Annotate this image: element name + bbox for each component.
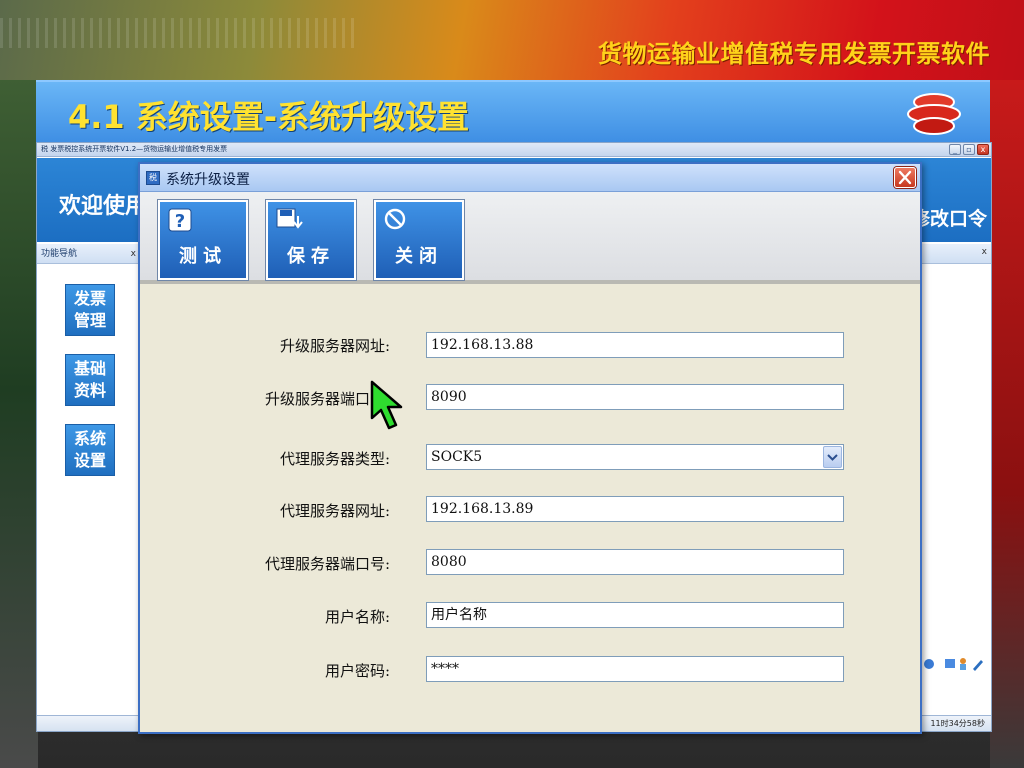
nav-item-invoice-management[interactable]: 发票 管理	[65, 284, 115, 336]
upgrade-server-port-label: 升级服务器端口号:	[264, 390, 390, 408]
change-password-link[interactable]: 修改口令	[911, 204, 987, 231]
nav-panel-close-icon[interactable]: x	[131, 244, 136, 264]
dialog-titlebar: 税 系统升级设置	[140, 164, 920, 192]
proxy-type-select[interactable]: SOCK5	[426, 444, 844, 470]
proxy-server-url-label: 代理服务器网址:	[279, 502, 390, 520]
chevron-down-icon[interactable]	[823, 446, 842, 468]
test-button-label: 测试	[179, 246, 227, 267]
upgrade-server-url-label: 升级服务器网址:	[279, 337, 390, 355]
save-button-label: 保存	[287, 246, 335, 267]
proxy-server-port-label: 代理服务器端口号:	[264, 555, 390, 573]
help-icon: ?	[168, 208, 192, 232]
slide-title-bar: 4.1 系统设置-系统升级设置	[36, 80, 990, 142]
toolbar-mini-icons	[924, 658, 983, 671]
password-input[interactable]: ****	[426, 656, 844, 682]
slide-banner: 货物运输业增值税专用发票开票软件	[0, 0, 1024, 80]
product-title: 货物运输业增值税专用发票开票软件	[598, 40, 990, 68]
username-label: 用户名称:	[324, 608, 390, 626]
app-icon: 税	[146, 171, 160, 185]
slide-title: 4.1 系统设置-系统升级设置	[68, 98, 470, 136]
proxy-server-url-input[interactable]: 192.168.13.89	[426, 496, 844, 522]
close-dialog-button[interactable]: 关闭	[373, 199, 465, 281]
upgrade-server-port-input[interactable]: 8090	[426, 384, 844, 410]
minimize-button[interactable]: _	[949, 144, 961, 155]
settings-form: 升级服务器网址: 192.168.13.88 升级服务器端口号: 8090 代理…	[140, 288, 920, 732]
maximize-button[interactable]: ▫	[963, 144, 975, 155]
save-disk-icon	[276, 208, 303, 229]
nav-item-basic-data[interactable]: 基础 资料	[65, 354, 115, 406]
right-pane-close-icon[interactable]: x	[982, 247, 987, 257]
nav-panel-header: 功能导航 x	[37, 244, 140, 264]
slide-side-right	[990, 80, 1024, 768]
welcome-text: 欢迎使用	[59, 194, 148, 219]
proxy-type-label: 代理服务器类型:	[279, 450, 390, 468]
password-label: 用户密码:	[324, 662, 390, 680]
company-logo-icon	[907, 93, 961, 135]
tool-icons	[921, 656, 987, 676]
dialog-title: 系统升级设置	[166, 172, 250, 188]
system-upgrade-settings-dialog: 税 系统升级设置 ? 测试 保存 关闭 升级服务器网址: 192.168.13.…	[138, 162, 922, 734]
close-icon	[898, 170, 912, 185]
nav-item-system-settings[interactable]: 系统 设置	[65, 424, 115, 476]
app-titlebar: 税 发票税控系统开票软件V1.2—货物运输业增值税专用发票	[37, 143, 991, 157]
proxy-type-value: SOCK5	[431, 449, 483, 465]
dialog-close-button[interactable]	[894, 167, 916, 188]
status-time: 11时34分58秒	[930, 719, 985, 728]
slide-side-left	[0, 80, 38, 768]
app-window-title: 税 发票税控系统开票软件V1.2—货物运输业增值税专用发票	[41, 145, 228, 153]
svg-text:?: ?	[175, 211, 185, 232]
app-window-controls: _ ▫ x	[949, 144, 989, 155]
username-input[interactable]: 用户名称	[426, 602, 844, 628]
cancel-circle-icon	[384, 208, 406, 230]
upgrade-server-url-input[interactable]: 192.168.13.88	[426, 332, 844, 358]
close-button[interactable]: x	[977, 144, 989, 155]
nav-panel-title: 功能导航	[41, 249, 78, 259]
proxy-server-port-input[interactable]: 8080	[426, 549, 844, 575]
nav-panel: 功能导航 x 发票 管理 基础 资料 系统 设置	[37, 244, 141, 714]
dialog-toolbar: ? 测试 保存 关闭	[140, 192, 920, 284]
right-pane-header: x	[921, 244, 991, 264]
banner-decoration	[0, 18, 360, 48]
close-button-label: 关闭	[395, 246, 443, 267]
save-button[interactable]: 保存	[265, 199, 357, 281]
green-arrow-cursor-icon	[370, 380, 403, 430]
test-button[interactable]: ? 测试	[157, 199, 249, 281]
